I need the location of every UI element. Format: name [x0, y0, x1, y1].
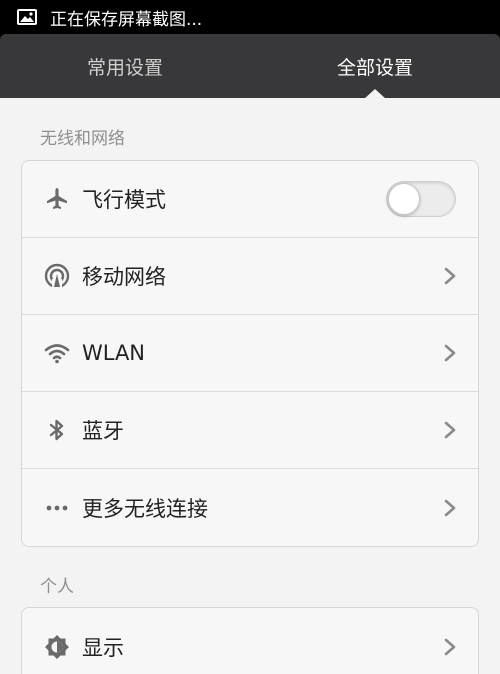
active-tab-pointer	[364, 89, 386, 99]
chevron-right-icon	[444, 499, 456, 517]
settings-row-label: 更多无线连接	[82, 496, 208, 521]
section-title-wireless: 无线和网络	[40, 129, 125, 149]
more-dots-icon	[44, 495, 70, 521]
chevron-right-icon	[444, 421, 456, 439]
image-icon	[16, 8, 38, 26]
chevron-right-icon	[444, 344, 456, 362]
airplane-mode-toggle[interactable]	[386, 181, 456, 217]
settings-row-label: WLAN	[82, 341, 146, 365]
tab-common-settings[interactable]: 常用设置	[0, 34, 250, 98]
chevron-right-icon	[444, 267, 456, 285]
status-notification-text: 正在保存屏幕截图...	[50, 9, 203, 30]
bluetooth-icon	[44, 417, 70, 443]
settings-row-more-wireless[interactable]: 更多无线连接	[22, 469, 478, 546]
chevron-right-icon	[444, 638, 456, 656]
settings-row-mobile-network[interactable]: 移动网络	[22, 238, 478, 315]
settings-row-bluetooth[interactable]: 蓝牙	[22, 392, 478, 469]
section-title-personal: 个人	[40, 577, 74, 597]
settings-row-label: 移动网络	[82, 265, 166, 289]
settings-row-display[interactable]: 显示	[22, 608, 478, 674]
toggle-knob	[388, 183, 420, 215]
mobile-network-icon	[44, 263, 70, 289]
settings-row-wlan[interactable]: WLAN	[22, 315, 478, 392]
settings-row-label: 显示	[82, 635, 124, 660]
settings-row-label: 飞行模式	[82, 188, 166, 212]
status-bar: 正在保存屏幕截图...	[0, 0, 500, 34]
settings-row-airplane-mode[interactable]: 飞行模式	[22, 161, 478, 238]
brightness-icon	[44, 634, 70, 660]
wifi-icon	[44, 340, 70, 366]
settings-row-label: 蓝牙	[82, 419, 124, 443]
settings-tab-bar: 常用设置 全部设置	[0, 34, 500, 99]
tab-label: 全部设置	[336, 56, 413, 79]
tab-label: 常用设置	[86, 56, 163, 79]
airplane-icon	[44, 186, 70, 212]
tab-all-settings[interactable]: 全部设置	[250, 34, 500, 99]
wireless-settings-card: 飞行模式 移动网络 WLAN 蓝牙 更多无线连接	[21, 160, 479, 547]
personal-settings-card: 显示	[21, 607, 479, 674]
